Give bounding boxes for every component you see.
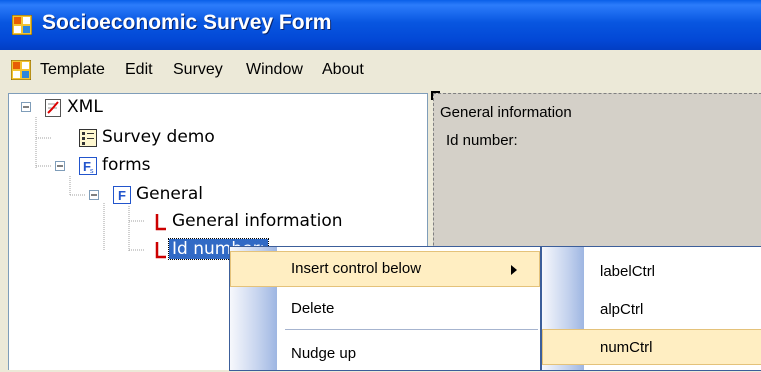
submenu-item-numctrl[interactable]: numCtrl [542, 329, 761, 365]
label-l-icon [155, 214, 166, 231]
menu-item-label: Delete [291, 300, 335, 317]
menu-item-nudge-up[interactable]: Nudge up [230, 336, 540, 372]
resize-handle[interactable] [431, 91, 440, 100]
svg-text:s: s [90, 168, 94, 175]
menu-edit[interactable]: Edit [125, 61, 153, 79]
menu-window[interactable]: Window [246, 61, 303, 79]
menu-item-insert-control-below[interactable]: Insert control below [230, 251, 540, 287]
app-grid-icon [12, 15, 32, 35]
menu-separator [285, 329, 538, 330]
form-f-icon: F [113, 186, 131, 204]
submenu-item-alpctrl[interactable]: alpCtrl [542, 291, 761, 327]
tree-node-general[interactable]: General [136, 184, 203, 204]
window-title: Socioeconomic Survey Form [42, 11, 332, 34]
tree-node-survey-demo[interactable]: Survey demo [102, 127, 215, 147]
preview-section-title: General information [440, 104, 572, 121]
tree-node-forms[interactable]: forms [102, 155, 151, 175]
menu-about[interactable]: About [322, 61, 364, 79]
tree-node-xml[interactable]: XML [67, 97, 103, 117]
submenu-item-labelctrl[interactable]: labelCtrl [542, 253, 761, 289]
menu-item-delete[interactable]: Delete [230, 291, 540, 327]
menu-template[interactable]: Template [40, 61, 105, 79]
menu-bar: Template Edit Survey Window About [0, 50, 761, 90]
menu-item-label: Insert control below [291, 260, 422, 277]
preview-field-label: Id number: [446, 132, 518, 149]
submenu-arrow-icon [511, 265, 517, 275]
menu-item-label: numCtrl [600, 339, 653, 356]
tree-node-general-information[interactable]: General information [172, 211, 343, 231]
forms-icon: F s [79, 157, 97, 175]
app-grid-icon[interactable] [11, 60, 31, 80]
insert-control-submenu: labelCtrl alpCtrl numCtrl [541, 246, 761, 371]
menu-item-label: Nudge up [291, 345, 357, 362]
menu-item-label: alpCtrl [600, 301, 644, 318]
title-bar[interactable]: Socioeconomic Survey Form [0, 0, 761, 50]
xml-document-icon [45, 99, 61, 117]
label-l-icon [155, 242, 166, 259]
menu-survey[interactable]: Survey [173, 61, 223, 79]
menu-item-label: labelCtrl [600, 263, 656, 280]
context-menu: Insert control below Delete Nudge up [229, 246, 541, 371]
survey-icon [79, 129, 97, 147]
svg-text:F: F [118, 188, 126, 203]
